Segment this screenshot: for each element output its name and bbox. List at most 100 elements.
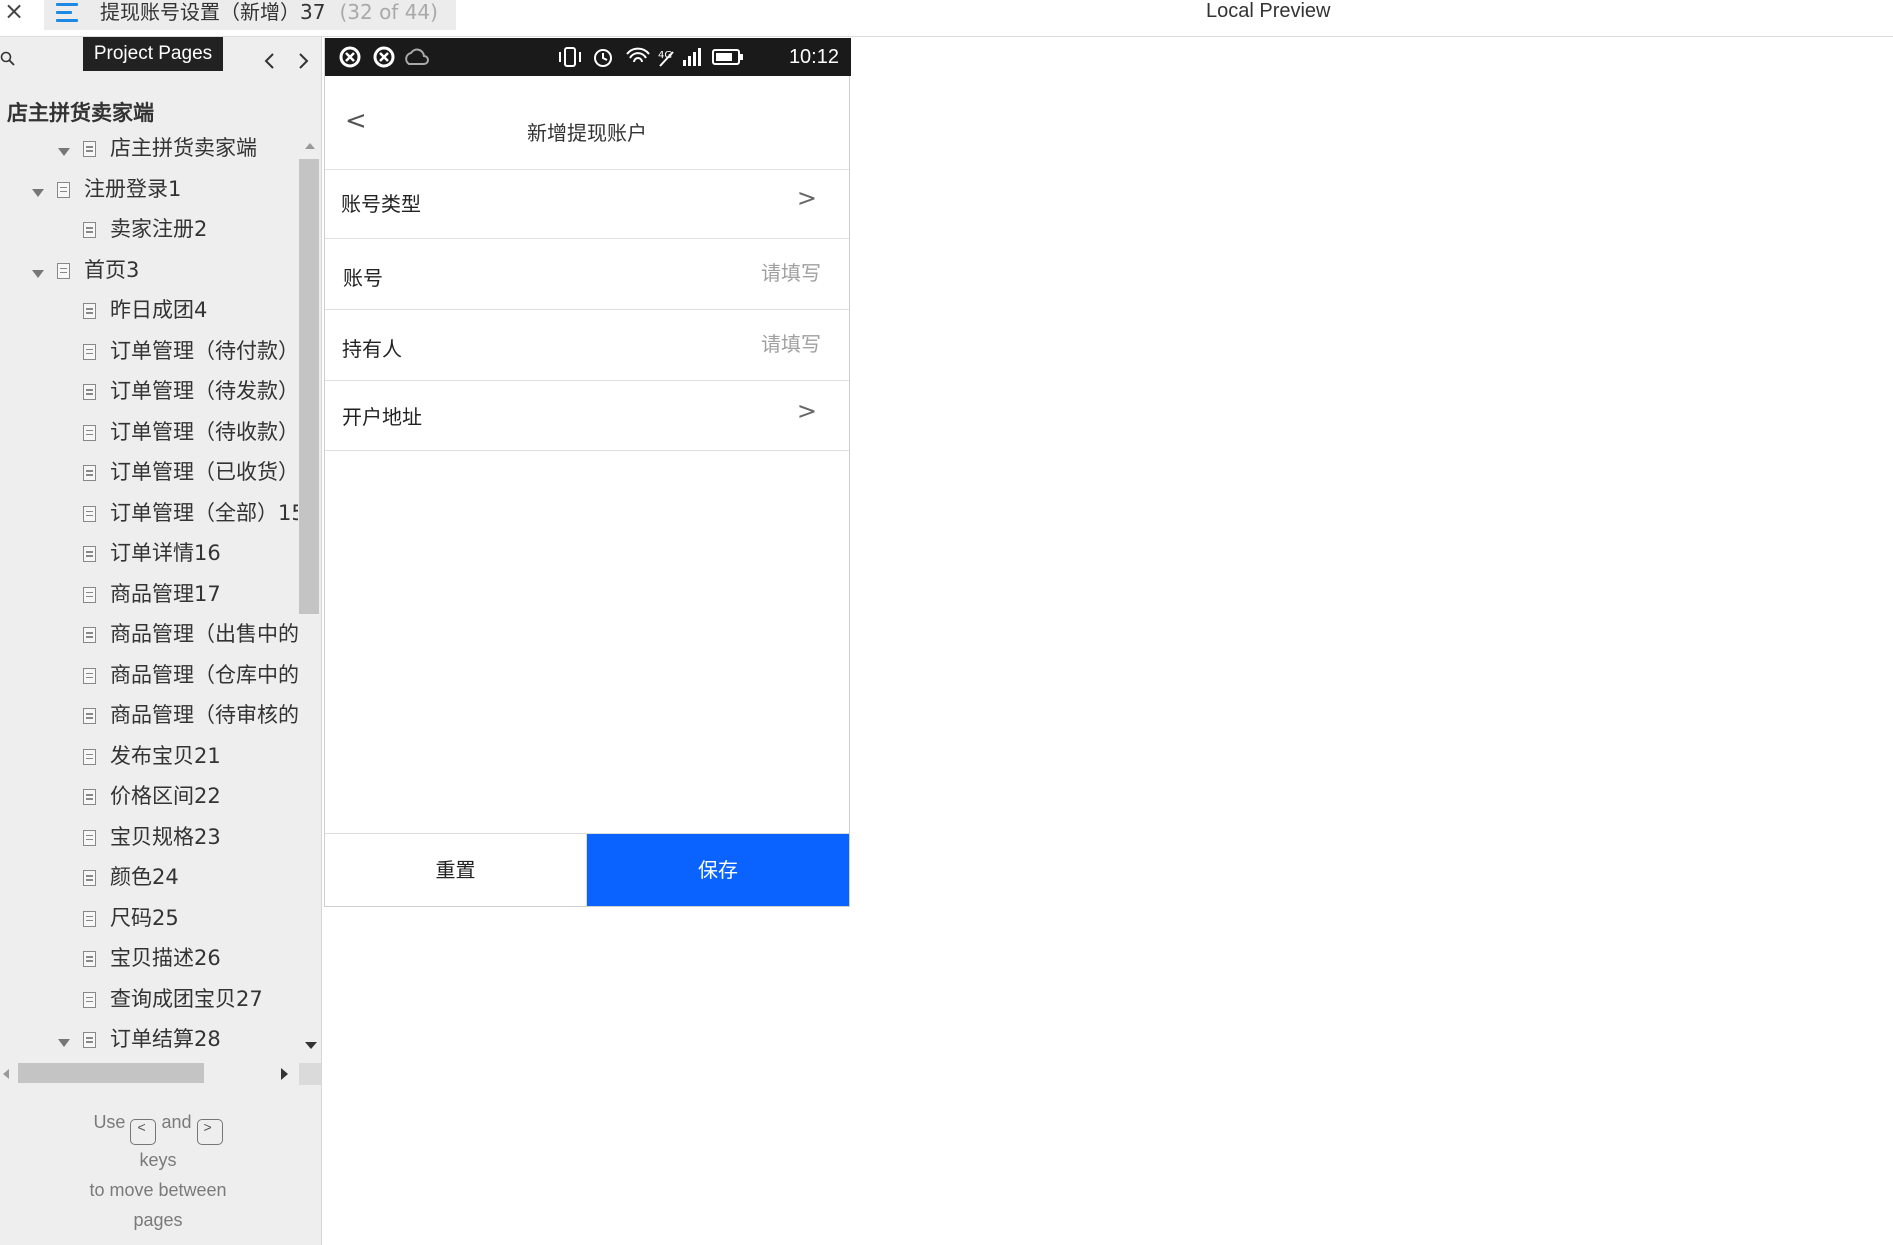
tree-item[interactable]: 订单管理（已收货） xyxy=(0,457,298,497)
search-icon[interactable] xyxy=(0,51,18,69)
tree-item-label: 颜色24 xyxy=(110,865,179,889)
page-icon xyxy=(57,181,70,198)
tree-item-label: 尺码25 xyxy=(110,905,179,930)
page-icon xyxy=(83,870,96,886)
tree-item[interactable]: 宝贝规格23 xyxy=(0,822,298,862)
tree-item[interactable]: 商品管理（仓库中的 xyxy=(0,660,298,700)
tree-item-label: 昨日成团4 xyxy=(110,298,208,322)
tree-item-label: 宝贝规格23 xyxy=(110,824,221,849)
tree-item-label: 卖家注册2 xyxy=(110,217,208,241)
nav-title: 新增提现账户 xyxy=(527,121,647,145)
account-label: 账号 xyxy=(343,266,383,290)
tree-item-label: 订单管理（待收款） xyxy=(110,419,298,444)
page-icon xyxy=(83,303,96,319)
account-type-row[interactable]: 账号类型 > xyxy=(325,170,849,239)
page-icon xyxy=(83,343,96,360)
close-icon[interactable]: × xyxy=(3,0,25,28)
vertical-scroll-thumb[interactable] xyxy=(299,159,319,614)
account-input[interactable] xyxy=(621,261,821,285)
page-icon xyxy=(83,222,96,238)
top-bar: × 提现账号设置（新增）37 (32 of 44) Local Preview xyxy=(0,0,1893,37)
tree-item[interactable]: 商品管理17 xyxy=(0,579,298,619)
tree-item[interactable]: 昨日成团4 xyxy=(0,295,298,335)
tree-item[interactable]: 尺码25 xyxy=(0,903,298,943)
scrollbar-corner xyxy=(299,1063,321,1085)
tree-item[interactable]: 订单结算28 xyxy=(0,1024,298,1053)
tree-item[interactable]: 卖家注册2 xyxy=(0,214,298,254)
hint-move-text: to move between xyxy=(89,1180,227,1200)
tree-item[interactable]: 订单管理（待发款） xyxy=(0,376,298,416)
reset-button[interactable]: 重置 xyxy=(325,834,587,906)
tree-item[interactable]: 商品管理（出售中的 xyxy=(0,619,298,659)
tree-item-label: 商品管理（出售中的 xyxy=(110,622,298,646)
page-icon xyxy=(83,505,96,522)
tree-item[interactable]: 订单管理（待付款） xyxy=(0,336,298,376)
chevron-right-icon[interactable] xyxy=(293,49,313,73)
tree-item-label: 宝贝描述26 xyxy=(110,946,221,970)
project-name: 店主拼货卖家端 xyxy=(7,101,154,125)
tree-item[interactable]: 订单管理（待收款） xyxy=(0,417,298,457)
tree-item-label: 商品管理（仓库中的 xyxy=(110,662,298,687)
scroll-down-arrow-icon[interactable] xyxy=(305,1042,317,1049)
tree-item[interactable]: 订单详情16 xyxy=(0,538,298,578)
page-icon xyxy=(83,789,96,805)
chevron-right-icon: > xyxy=(796,397,817,425)
page-icon xyxy=(83,991,96,1008)
status-time: 10:12 xyxy=(788,46,839,68)
keyboard-hint: Use < and > keys to move between pages xyxy=(0,1107,316,1235)
tree-item[interactable]: 商品管理（待审核的 xyxy=(0,700,298,740)
project-pages-sidebar: Project Pages 店主拼货卖家端 店主拼货卖家端 注册登录1 卖家注册2 首… xyxy=(0,37,322,1245)
page-icon xyxy=(83,708,96,724)
page-icon xyxy=(83,951,96,967)
tree-item-label: 订单管理（全部）15 xyxy=(110,500,298,525)
tree-item[interactable]: 发布宝贝21 xyxy=(0,741,298,781)
expand-caret-icon[interactable] xyxy=(58,148,70,156)
project-pages-tooltip: Project Pages xyxy=(83,37,223,71)
horizontal-scrollbar[interactable] xyxy=(0,1063,321,1085)
hint-keys-text: keys xyxy=(139,1150,177,1170)
expand-caret-icon[interactable] xyxy=(32,188,44,197)
scroll-up-arrow-icon[interactable] xyxy=(305,143,315,149)
bank-address-row[interactable]: 开户地址 > xyxy=(325,381,849,451)
tree-item[interactable]: 查询成团宝贝27 xyxy=(0,984,298,1024)
page-icon xyxy=(83,748,96,765)
tree-item-label: 首页3 xyxy=(84,257,140,282)
menu-icon[interactable] xyxy=(56,3,82,27)
page-title: 提现账号设置（新增）37 (32 of 44) xyxy=(100,0,438,24)
tree-item-label: 订单管理（已收货） xyxy=(110,460,298,484)
tree-item[interactable]: 首页3 xyxy=(0,255,298,295)
tree-item-label: 订单管理（待发款） xyxy=(110,379,298,403)
current-page-tab[interactable]: 提现账号设置（新增）37 (32 of 44) xyxy=(44,0,456,30)
tree-item[interactable]: 价格区间22 xyxy=(0,781,298,821)
bank-address-label: 开户地址 xyxy=(342,405,422,429)
expand-caret-icon[interactable] xyxy=(32,269,44,278)
holder-row: 持有人 xyxy=(325,310,849,381)
tree-item[interactable]: 注册登录1 xyxy=(0,174,298,214)
expand-caret-icon[interactable] xyxy=(58,1039,70,1047)
horizontal-scroll-thumb[interactable] xyxy=(18,1063,204,1083)
vertical-scrollbar[interactable] xyxy=(299,137,321,1057)
scroll-right-arrow-icon[interactable] xyxy=(281,1068,288,1080)
page-icon xyxy=(83,829,96,846)
page-icon xyxy=(83,667,96,684)
page-tree: 店主拼货卖家端 注册登录1 卖家注册2 首页3 昨日成团4 订单管理（待付款） 订单管理（待… xyxy=(0,133,298,1053)
tree-item-label: 商品管理17 xyxy=(110,581,221,606)
tree-item[interactable]: 宝贝描述26 xyxy=(0,943,298,983)
page-icon xyxy=(83,546,96,562)
chevron-left-icon[interactable] xyxy=(260,49,280,73)
system-status-icons: 4G xyxy=(559,47,743,67)
holder-label: 持有人 xyxy=(342,337,402,361)
tree-item-label: 商品管理（待审核的 xyxy=(110,703,298,727)
page-icon xyxy=(83,465,96,481)
tree-item[interactable]: 订单管理（全部）15 xyxy=(0,498,298,538)
tree-item-label: 订单管理（待付款） xyxy=(110,338,298,363)
tree-item[interactable]: 颜色24 xyxy=(0,862,298,902)
preview-label: Local Preview xyxy=(1206,0,1331,22)
tree-item-label: 订单结算28 xyxy=(110,1027,221,1051)
holder-input[interactable] xyxy=(621,332,821,356)
tree-item[interactable]: 店主拼货卖家端 xyxy=(0,133,298,173)
tree-item-label: 订单详情16 xyxy=(110,541,221,565)
page-icon xyxy=(83,424,96,441)
scroll-left-arrow-icon[interactable] xyxy=(3,1069,9,1079)
save-button[interactable]: 保存 xyxy=(587,834,849,906)
